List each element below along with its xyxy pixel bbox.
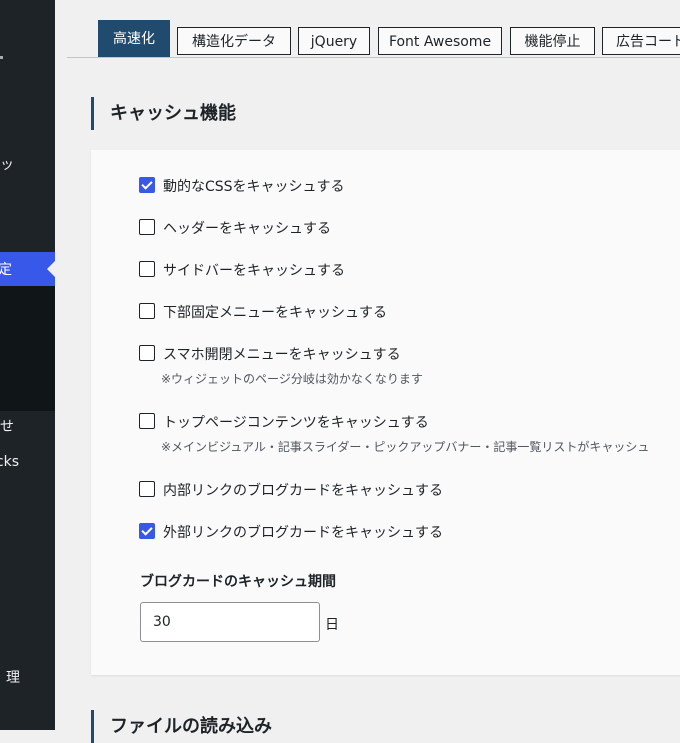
sidebar-item-settings-active[interactable]: 定: [0, 252, 55, 286]
active-menu-arrow-icon: [47, 261, 55, 277]
sidebar-item-3[interactable]: せ: [0, 417, 55, 437]
section-title-cache: キャッシュ機能: [91, 97, 236, 130]
tab-speed[interactable]: 高速化: [98, 20, 170, 57]
option-label: トップページコンテンツをキャッシュする: [163, 415, 429, 431]
option-label: サイドバーをキャッシュする: [163, 263, 345, 279]
checkbox-checked[interactable]: [139, 177, 155, 193]
sidebar-item-5[interactable]: 理: [0, 668, 55, 688]
sidebar-item-label: せ: [0, 419, 14, 435]
blogcard-period-title: ブログカードのキャッシュ期間: [140, 574, 336, 590]
sidebar-item-4[interactable]: cks: [0, 452, 55, 472]
checkbox-checked[interactable]: [139, 523, 155, 539]
option-label: ヘッダーをキャッシュする: [163, 221, 331, 237]
sidebar-item-1[interactable]: ッ: [0, 155, 55, 175]
option-label: 内部リンクのブログカードをキャッシュする: [163, 483, 443, 499]
sidebar-item-label: cks: [0, 454, 19, 470]
tab-structured-data[interactable]: 構造化データ: [177, 27, 291, 55]
option-label: 外部リンクのブログカードをキャッシュする: [163, 525, 443, 541]
option-label: 動的なCSSをキャッシュする: [163, 179, 345, 195]
option-label: スマホ開閉メニューをキャッシュする: [163, 347, 401, 363]
admin-sidebar: ッ 定 せ cks 理: [0, 0, 55, 730]
blogcard-period-input[interactable]: [140, 602, 320, 642]
sidebar-item-label: ッ: [0, 157, 14, 173]
sidebar-submenu: [0, 286, 55, 411]
option-note: ※メインビジュアル・記事スライダー・ピックアップバナー・記事一覧リストがキャッシ…: [161, 440, 650, 454]
checkbox[interactable]: [139, 481, 155, 497]
checkbox[interactable]: [139, 261, 155, 277]
checkbox[interactable]: [139, 345, 155, 361]
tab-disable-features[interactable]: 機能停止: [510, 27, 595, 55]
blogcard-period-unit: 日: [325, 617, 339, 633]
checkbox[interactable]: [139, 413, 155, 429]
settings-tabs: 高速化 構造化データ jQuery Font Awesome 機能停止 広告コー…: [67, 20, 680, 58]
option-note: ※ウィジェットのページ分岐は効かなくなります: [161, 372, 423, 386]
checkbox[interactable]: [139, 219, 155, 235]
sidebar-item-label: 定: [0, 262, 12, 278]
menu-bullet-icon: [0, 56, 3, 59]
sidebar-item-label: 理: [6, 670, 20, 686]
option-label: 下部固定メニューをキャッシュする: [163, 305, 387, 321]
tab-ad-code[interactable]: 広告コード: [602, 27, 680, 55]
tab-jquery[interactable]: jQuery: [298, 27, 370, 55]
checkbox[interactable]: [139, 303, 155, 319]
tab-font-awesome[interactable]: Font Awesome: [378, 27, 502, 55]
section-title-files: ファイルの読み込み: [91, 710, 272, 743]
